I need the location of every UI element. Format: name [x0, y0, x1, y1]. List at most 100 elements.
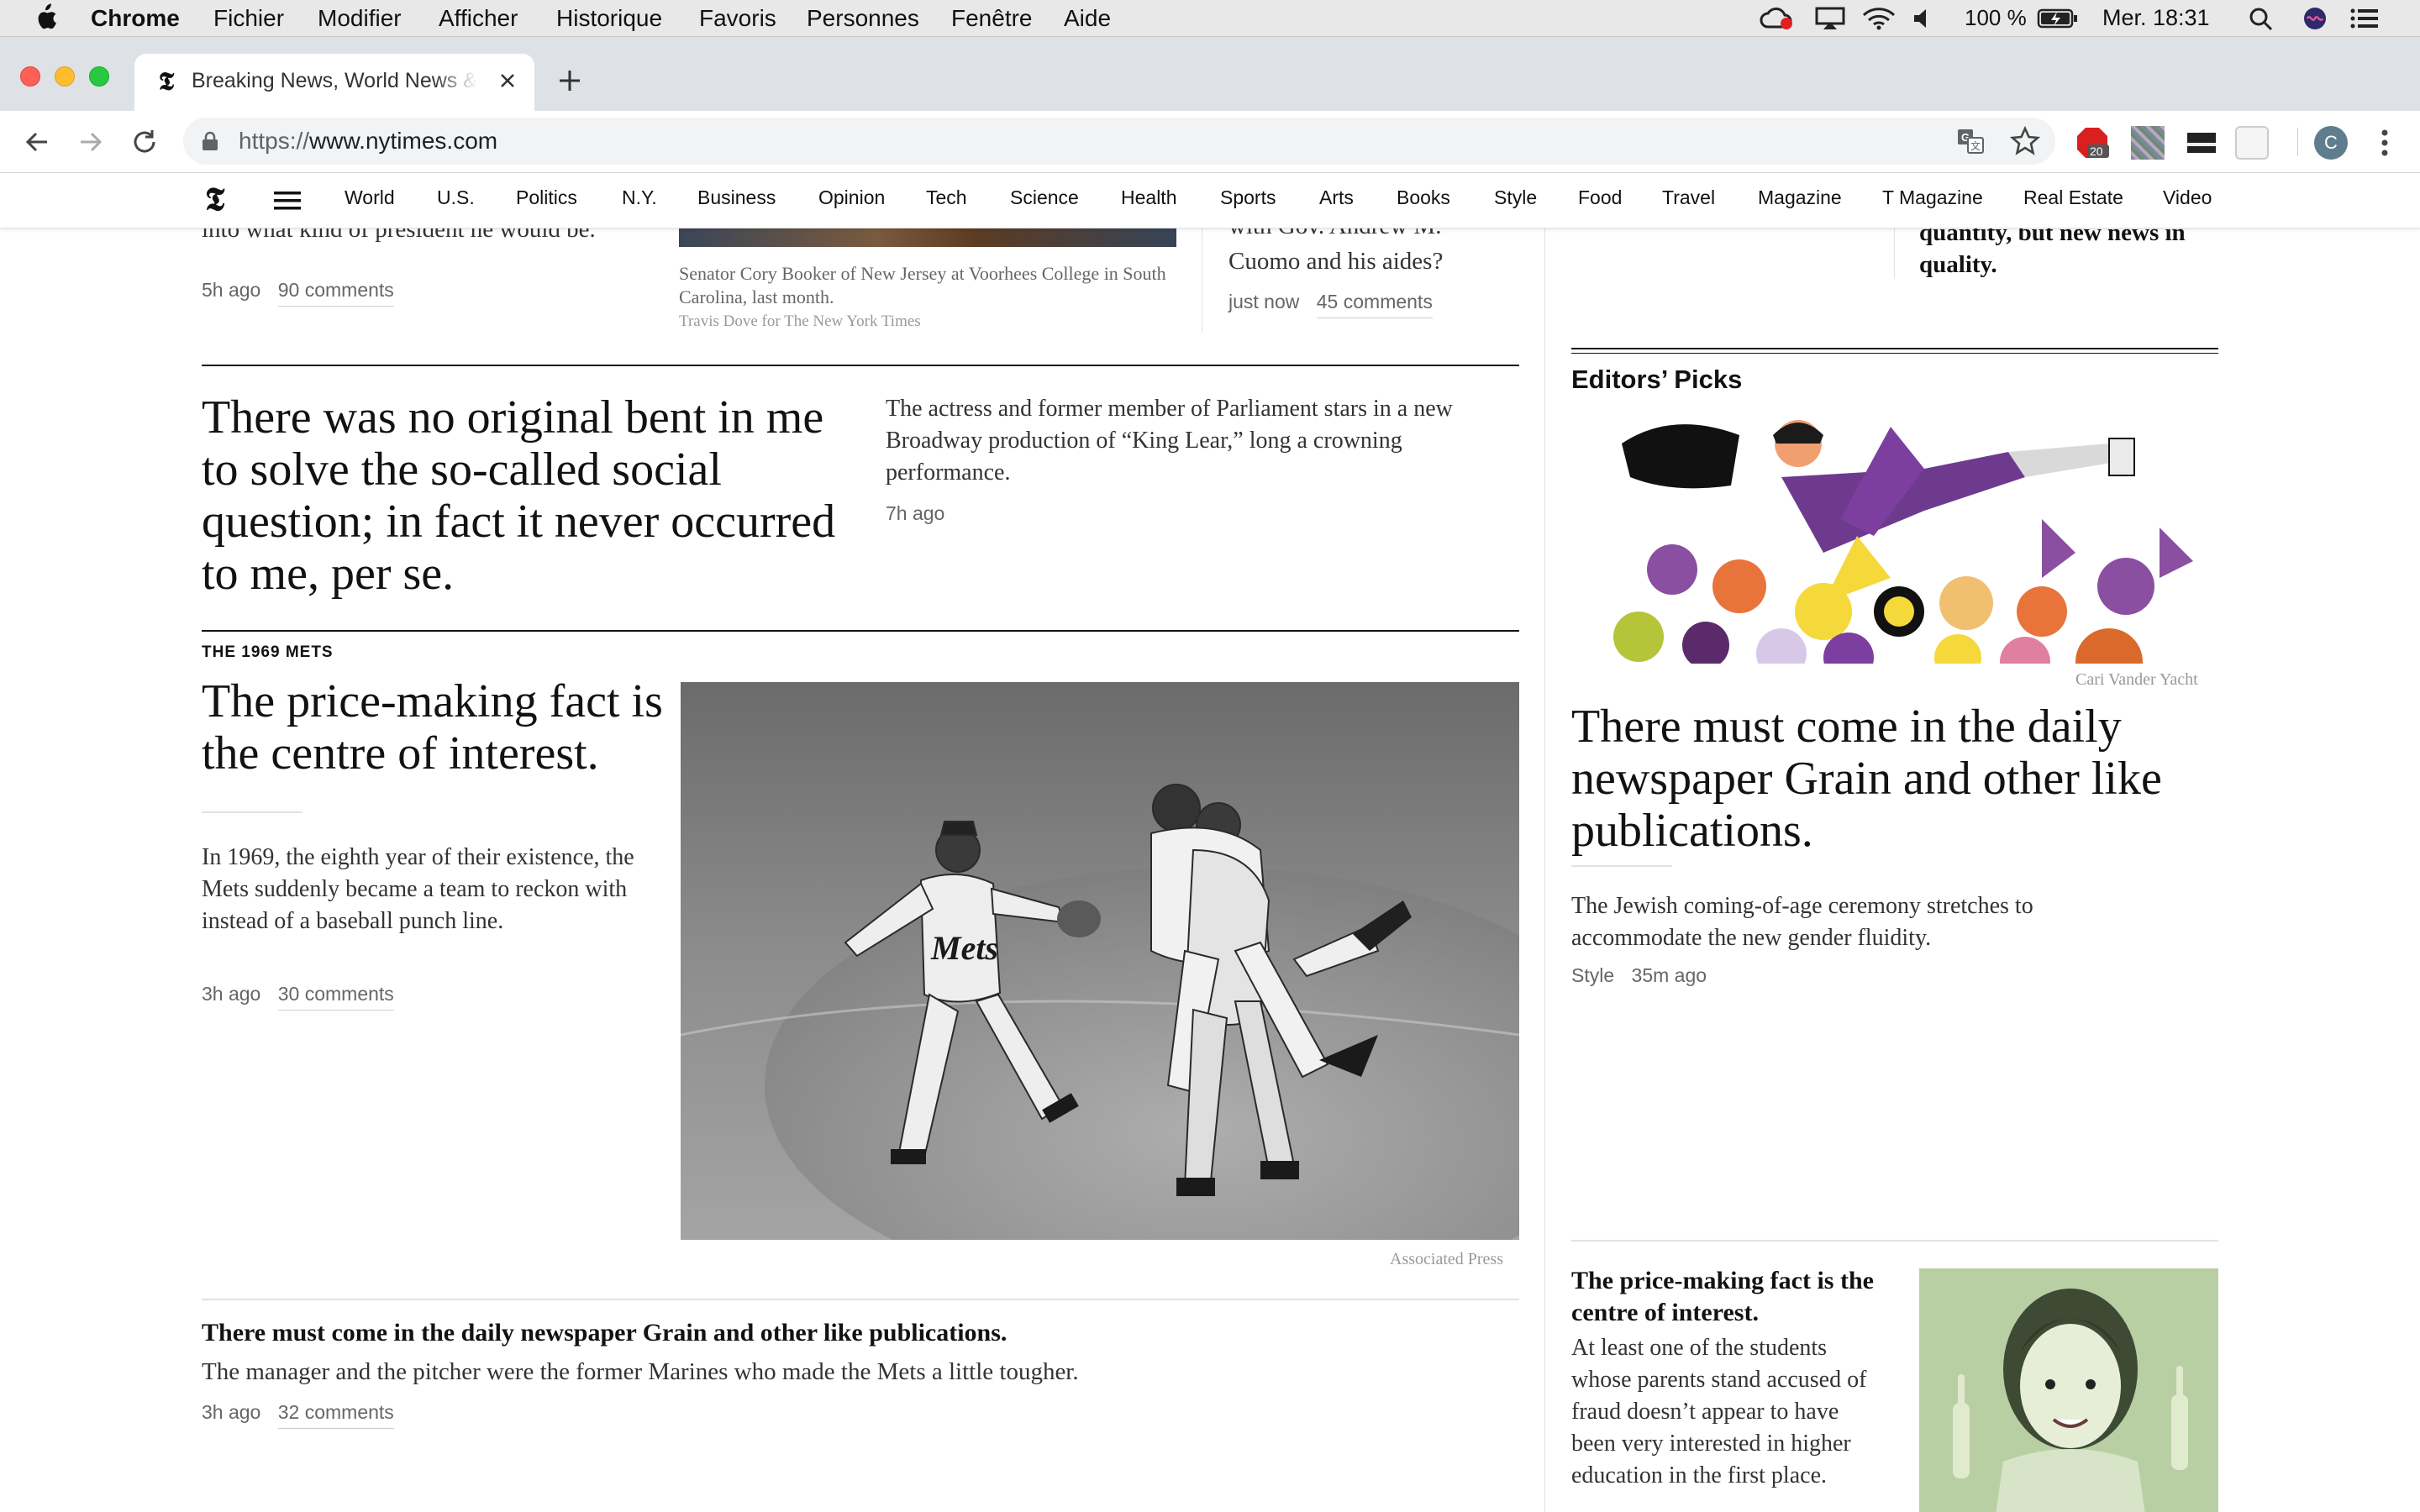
pick1-meta: Style 35m ago: [1571, 964, 1707, 987]
nav-t-magazine[interactable]: T Magazine: [1882, 186, 1983, 209]
rail-divider: [1544, 228, 1545, 1512]
profile-avatar[interactable]: C: [2314, 126, 2348, 160]
nav-opinion[interactable]: Opinion: [818, 186, 885, 209]
menu-historique[interactable]: Historique: [556, 5, 662, 32]
new-tab-icon[interactable]: [555, 66, 585, 96]
back-arrow-icon[interactable]: [22, 127, 52, 157]
rail-partial-line1[interactable]: quantity, but new news in: [1919, 228, 2186, 249]
menu-favoris[interactable]: Favoris: [699, 5, 776, 32]
lock-icon[interactable]: [202, 131, 218, 151]
story-timestamp: 5h ago 90 comments: [202, 279, 394, 307]
pick2-summary[interactable]: At least one of the students whose paren…: [1571, 1332, 1882, 1492]
partial-news-photo[interactable]: [679, 228, 1176, 247]
nav-style[interactable]: Style: [1494, 186, 1537, 209]
chrome-menu-icon[interactable]: [2370, 126, 2400, 160]
nav-politics[interactable]: Politics: [516, 186, 577, 209]
menu-aide[interactable]: Aide: [1064, 5, 1111, 32]
comments-link[interactable]: 30 comments: [277, 983, 394, 1011]
menu-fichier[interactable]: Fichier: [213, 5, 284, 32]
menubar-clock[interactable]: Mer. 18:31: [2102, 5, 2210, 31]
nav-science[interactable]: Science: [1010, 186, 1079, 209]
tab-close-icon[interactable]: [492, 66, 523, 96]
wifi-icon[interactable]: [1862, 7, 1896, 30]
nav-business[interactable]: Business: [697, 186, 776, 209]
nyt-favicon-icon: 𝕿: [158, 68, 175, 96]
adblock-extension-icon[interactable]: 20: [2075, 126, 2109, 160]
forward-arrow-icon[interactable]: [76, 127, 106, 157]
nav-us[interactable]: U.S.: [437, 186, 475, 209]
window-close-button[interactable]: [20, 66, 40, 87]
nav-real-estate[interactable]: Real Estate: [2023, 186, 2123, 209]
section-rule: [1571, 348, 2218, 349]
hamburger-menu-icon[interactable]: [274, 190, 301, 212]
airplay-icon[interactable]: [1815, 7, 1845, 30]
pick1-headline[interactable]: There must come in the daily newspaper G…: [1571, 701, 2218, 857]
comments-link[interactable]: 32 comments: [277, 1401, 394, 1429]
story-summary-mets[interactable]: In 1969, the eighth year of their existe…: [202, 842, 672, 937]
menu-fenetre[interactable]: Fenêtre: [951, 5, 1033, 32]
comments-link[interactable]: 45 comments: [1316, 291, 1433, 318]
spotlight-search-icon[interactable]: [2249, 7, 2274, 30]
story-headline-lear[interactable]: There was no original bent in me to solv…: [202, 391, 840, 600]
nav-food[interactable]: Food: [1578, 186, 1622, 209]
nav-health[interactable]: Health: [1121, 186, 1176, 209]
pick2-photo[interactable]: [1919, 1268, 2218, 1512]
mets-celebration-photo[interactable]: Mets: [681, 682, 1519, 1240]
nav-world[interactable]: World: [345, 186, 395, 209]
translate-icon[interactable]: G 文: [1956, 128, 1985, 155]
short-divider: [1571, 865, 1672, 867]
partial-story-text[interactable]: into what kind of president he would be.: [202, 228, 655, 245]
toolbar-divider: [2297, 128, 2298, 156]
battery-charging-icon[interactable]: [2037, 7, 2079, 30]
nav-tech[interactable]: Tech: [926, 186, 967, 209]
partial-story-line1[interactable]: with Gov. Andrew M.: [1228, 228, 1441, 242]
url-text[interactable]: https://www.nytimes.com: [239, 128, 497, 155]
battery-percent: 100 %: [1965, 5, 2027, 30]
nav-travel[interactable]: Travel: [1662, 186, 1715, 209]
story-kicker[interactable]: THE 1969 METS: [202, 643, 334, 662]
pick2-headline[interactable]: The price-making fact is the centre of i…: [1571, 1265, 1874, 1329]
editors-picks-title[interactable]: Editors’ Picks: [1571, 365, 1742, 395]
rail-partial-line2[interactable]: quality.: [1919, 249, 1997, 281]
story-headline-mets[interactable]: The price-making fact is the centre of i…: [202, 675, 672, 780]
partial-story-line2[interactable]: Cuomo and his aides?: [1228, 245, 1443, 277]
qr-extension-icon[interactable]: [2131, 126, 2165, 160]
macos-menubar: Chrome Fichier Modifier Afficher Histori…: [0, 0, 2420, 37]
window-minimize-button[interactable]: [55, 66, 75, 87]
volume-icon[interactable]: [1912, 7, 1934, 30]
browser-tab-active[interactable]: 𝕿 Breaking News, World News & Multimedia: [134, 54, 534, 111]
menu-personnes[interactable]: Personnes: [807, 5, 919, 32]
nyt-logo[interactable]: 𝕿: [205, 183, 224, 217]
nav-sports[interactable]: Sports: [1220, 186, 1276, 209]
siri-icon[interactable]: [2302, 7, 2328, 30]
nav-video[interactable]: Video: [2163, 186, 2212, 209]
nyt-section-nav: 𝕿 World U.S. Politics N.Y. Business Opin…: [0, 173, 2420, 228]
menu-afficher[interactable]: Afficher: [439, 5, 518, 32]
app-menu-chrome[interactable]: Chrome: [91, 5, 180, 32]
url-host: www.nytimes.com: [309, 128, 498, 154]
nav-arts[interactable]: Arts: [1319, 186, 1354, 209]
screen-capture-extension-icon[interactable]: [2185, 126, 2218, 160]
extension-icon[interactable]: [2235, 126, 2269, 160]
comments-link[interactable]: 90 comments: [277, 279, 394, 307]
apple-menu-icon[interactable]: [34, 3, 57, 32]
photo-credit: Travis Dove for The New York Times: [679, 312, 921, 330]
reload-icon[interactable]: [129, 127, 160, 157]
bookmark-star-icon[interactable]: [2010, 126, 2040, 156]
story-headline-marines[interactable]: There must come in the daily newspaper G…: [202, 1319, 1007, 1347]
pick1-summary[interactable]: The Jewish coming-of-age ceremony stretc…: [1571, 890, 2160, 954]
svg-text:文: 文: [1970, 139, 1981, 152]
creative-cloud-icon[interactable]: [1760, 7, 1795, 30]
nav-ny[interactable]: N.Y.: [622, 186, 657, 209]
window-zoom-button[interactable]: [89, 66, 109, 87]
nav-magazine[interactable]: Magazine: [1758, 186, 1842, 209]
story-summary-lear[interactable]: The actress and former member of Parliam…: [886, 393, 1524, 489]
nav-books[interactable]: Books: [1397, 186, 1450, 209]
address-bar[interactable]: https://www.nytimes.com G 文: [183, 118, 2055, 165]
notification-center-icon[interactable]: [2349, 7, 2380, 30]
section-label[interactable]: Style: [1571, 964, 1614, 986]
story-summary-marines[interactable]: The manager and the pitcher were the for…: [202, 1356, 1079, 1388]
menu-modifier[interactable]: Modifier: [318, 5, 402, 32]
extension-badge-count: 20: [2090, 144, 2103, 158]
editors-picks-illustration[interactable]: [1571, 418, 2218, 664]
